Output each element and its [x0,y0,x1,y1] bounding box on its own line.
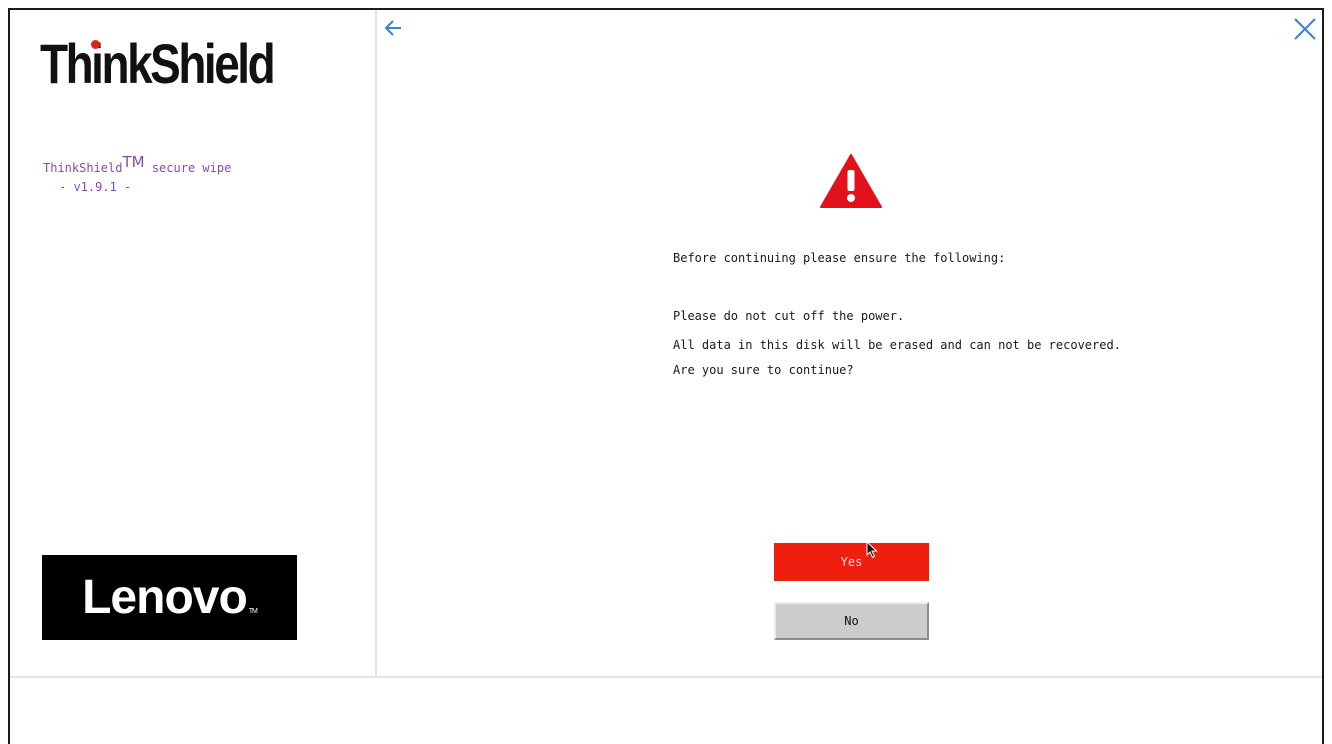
arrow-left-icon [384,20,401,36]
window-frame: ThinkShield ThinkShieldTM secure wipe - … [8,8,1324,744]
app-name: ThinkShieldTM secure wipe [43,153,232,176]
sidebar: ThinkShield ThinkShieldTM secure wipe - … [10,10,377,676]
dialog-heading: Before continuing please ensure the foll… [673,251,1006,265]
footer-bar [10,676,1322,744]
dialog-line-erase: All data in this disk will be erased and… [673,338,1121,352]
back-button[interactable] [381,16,405,40]
app-name-text: ThinkShield [43,161,123,175]
app-name-tm: TM [122,153,145,171]
app-version: - v1.9.1 - [59,180,132,194]
lenovo-logo-tm: TM [248,608,258,615]
close-button[interactable] [1292,16,1318,42]
lenovo-logo-text: Lenovo [82,571,248,624]
dialog-line-confirm: Are you sure to continue? [673,363,854,377]
mouse-cursor-icon [866,541,878,559]
warning-triangle-icon [820,154,882,208]
yes-button[interactable]: Yes [774,543,929,581]
thinkshield-wordmark: ThinkShield [40,32,276,95]
wordmark-red-dot [91,40,100,49]
app-name-suffix: secure wipe [144,161,232,175]
close-icon [1294,18,1316,40]
no-button[interactable]: No [774,602,929,640]
lenovo-logo: Lenovo TM [42,555,297,640]
main-panel: Before continuing please ensure the foll… [379,10,1324,676]
dialog-line-power: Please do not cut off the power. [673,309,905,323]
